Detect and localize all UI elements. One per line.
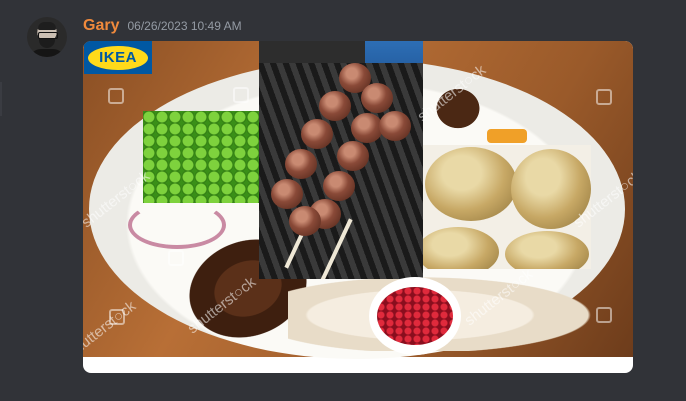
meatball [271,179,303,209]
carrot-garnish [487,129,527,143]
avatar[interactable] [27,17,67,57]
ikea-logo-oval: IKEA [88,45,148,70]
meatball [301,119,333,149]
avatar-glasses [38,32,58,39]
shutterstock-watermark-icon [109,309,125,325]
chat-area: Gary 06/26/2023 10:49 AM IKEA shutterst○… [0,0,686,401]
food-photo: IKEA shutterst○ck shutterst○ck shutterst… [83,41,633,361]
timestamp[interactable]: 06/26/2023 10:49 AM [127,19,241,33]
onion-slice [128,201,226,249]
potato [425,147,517,221]
meatball [361,83,393,113]
ikea-logo-text: IKEA [99,49,137,66]
shutterstock-watermark-icon [168,250,184,266]
meatball [285,149,317,179]
meatball [323,171,355,201]
potatoes-image [423,145,591,269]
meatball [337,141,369,171]
potato [505,231,589,269]
meatball [379,111,411,141]
watermark-text: shutterst○ck [83,297,140,362]
avatar-hair [38,22,56,30]
image-attachment[interactable]: IKEA shutterst○ck shutterst○ck shutterst… [83,41,633,373]
lingonberry-bowl [369,277,461,355]
shutterstock-watermark-icon [596,89,612,105]
avatar-beard [39,39,55,48]
peas-image [143,111,261,203]
shutterstock-watermark-icon [233,87,249,103]
potato [423,227,499,269]
lingonberries [377,287,453,345]
meatball [319,91,351,121]
username[interactable]: Gary [83,17,119,35]
scroll-edge [0,82,2,116]
message-header: Gary 06/26/2023 10:49 AM [83,17,242,37]
meatball-skewers-image [259,41,423,279]
shutterstock-watermark-icon [108,88,124,104]
avatar-shoulders [29,49,65,57]
meatball [289,206,321,236]
ikea-logo: IKEA [84,41,152,74]
shutterstock-watermark-icon [596,307,612,323]
